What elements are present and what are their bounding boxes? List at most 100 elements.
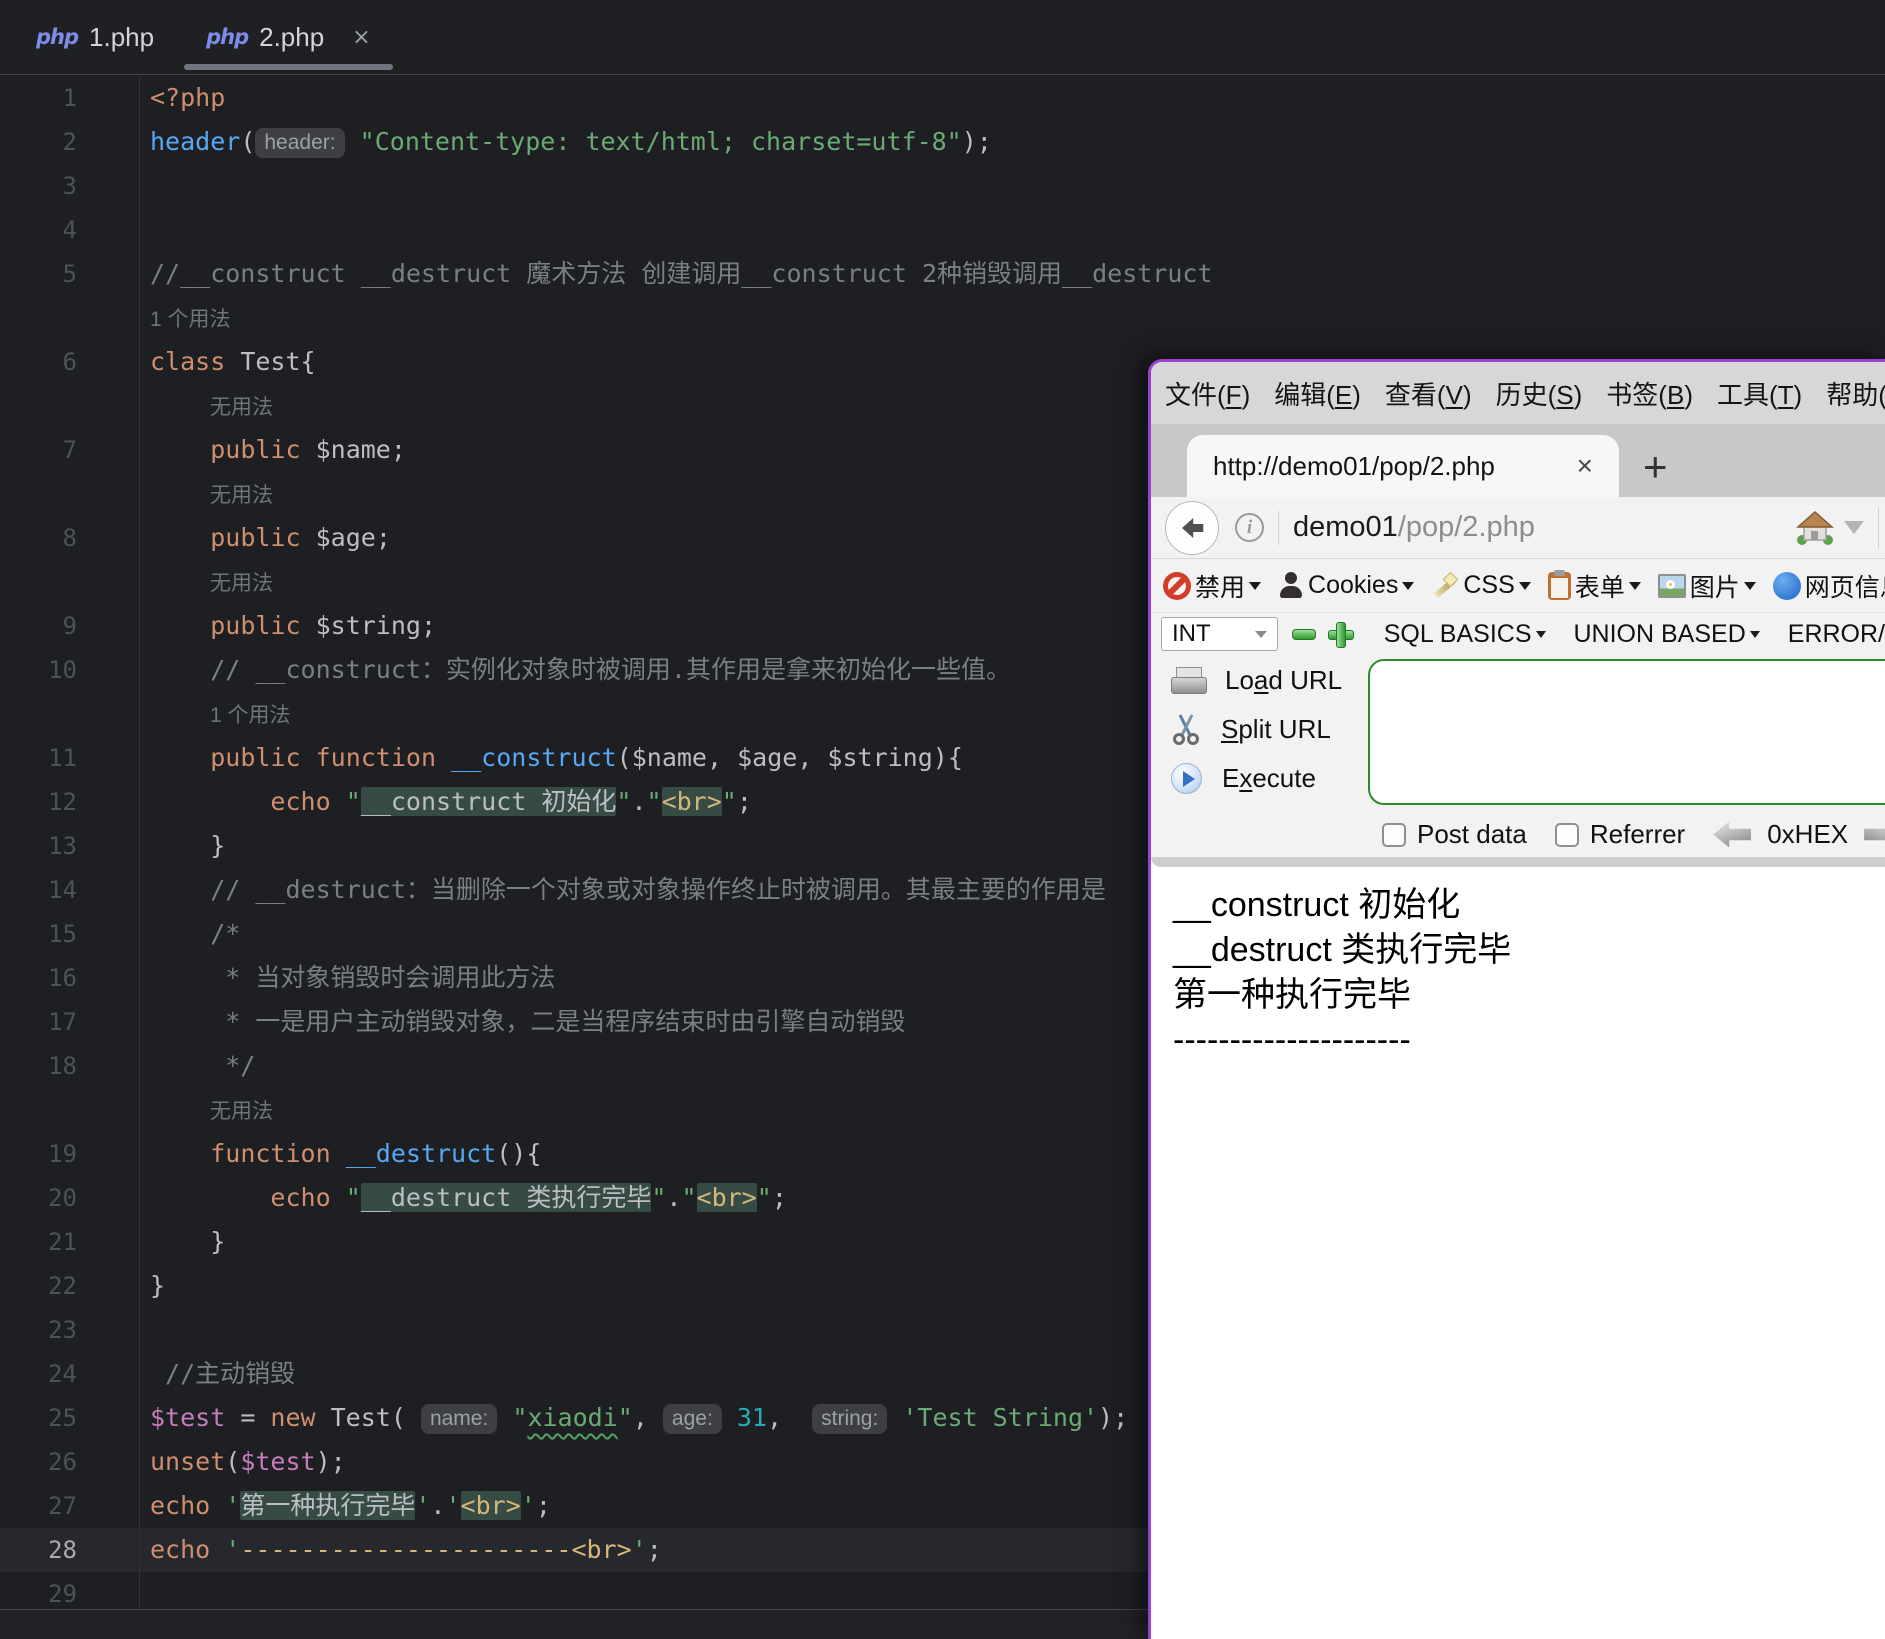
menu-F[interactable]: 文件(F) [1165, 375, 1250, 412]
url-path: /pop/2.php [1397, 511, 1535, 543]
mnemonic: x [1239, 763, 1253, 793]
editor-tab-2.php[interactable]: php 2.php × [180, 0, 397, 74]
devbar-网页信息[interactable]: 网页信息 [1772, 568, 1885, 604]
hex-encode-arrow-icon[interactable] [1864, 821, 1885, 848]
label-pre: Lo [1225, 665, 1254, 695]
hackbar-button-execute[interactable]: Execute [1171, 763, 1316, 794]
code-token: ); [315, 1447, 346, 1476]
home-icon[interactable] [1796, 510, 1834, 546]
code-token: ){ [932, 743, 963, 772]
dropdown-caret-icon [1518, 581, 1531, 590]
hackbar-menu-UNION BASED[interactable]: UNION BASED [1574, 620, 1760, 649]
devbar-图片[interactable]: 图片 [1657, 568, 1756, 604]
code-token: ; [390, 435, 406, 464]
hackbar-select[interactable]: INT [1161, 617, 1278, 651]
menu-text: ) [1573, 379, 1583, 410]
menu-S[interactable]: 历史(S) [1496, 375, 1583, 412]
menu-text: 编辑( [1274, 379, 1335, 410]
devbar-label: CSS [1463, 571, 1515, 599]
code-token: 31 [736, 1403, 767, 1432]
code-token: $age [737, 743, 798, 772]
line-number: 28 [0, 1528, 140, 1572]
code-token: $test [150, 1403, 226, 1432]
hackbar-menus: SQL BASICS UNION BASED ERROR/ [1356, 620, 1885, 649]
output-line: --------------------- [1173, 1021, 1411, 1059]
cookie-icon [1278, 572, 1304, 599]
hackbar-button-split-url[interactable]: Split URL [1171, 713, 1331, 745]
split-icon [1173, 714, 1199, 745]
menu-B[interactable]: 书签(B) [1606, 375, 1693, 412]
devbar-禁用[interactable]: 禁用 [1163, 568, 1262, 604]
tab-close-icon[interactable]: × [352, 25, 370, 50]
exec-icon [1171, 763, 1202, 794]
devbar-label: 禁用 [1195, 573, 1246, 602]
php-file-icon: php [206, 25, 249, 49]
line-number [0, 296, 140, 340]
menu-E[interactable]: 编辑(E) [1274, 375, 1361, 412]
load-icon [1171, 667, 1207, 694]
mnemonic: a [1253, 665, 1269, 695]
devbar-CSS[interactable]: CSS [1431, 571, 1531, 600]
home-dropdown-icon[interactable] [1844, 521, 1864, 534]
devbar-表单[interactable]: 表单 [1547, 568, 1641, 604]
back-button[interactable] [1165, 500, 1219, 555]
menu-mnemonic: V [1445, 379, 1463, 410]
code-token: " [512, 1403, 528, 1432]
menu-text: ) [1684, 379, 1693, 410]
menu-mnemonic: E [1334, 379, 1353, 410]
code-line-3: 3 [0, 164, 1885, 208]
code-token: ' [631, 1535, 647, 1564]
code-token: , [706, 743, 738, 772]
code-line-2: 2 header(header: "Content-type: text/html… [0, 120, 1885, 164]
code-token: * 当对象销毁时会调用此方法 [150, 963, 556, 992]
editor-tab-1.php[interactable]: php 1.php [10, 0, 180, 74]
line-number [0, 1088, 140, 1132]
new-tab-button[interactable]: + [1643, 443, 1668, 491]
address-input[interactable]: demo01/pop/2.php [1293, 511, 1535, 544]
menu-T[interactable]: 工具(T) [1717, 375, 1802, 412]
code-token: ---------------------- [240, 1535, 572, 1564]
post-data-checkbox[interactable] [1382, 822, 1406, 847]
code-token: } [150, 1227, 226, 1256]
code-token: " [616, 787, 632, 816]
inlay-row: 1 个用法 [0, 296, 1885, 340]
menu-text: 查看( [1384, 379, 1446, 410]
ban-icon [1163, 571, 1191, 600]
code-token: public [210, 435, 301, 464]
line-number: 24 [0, 1352, 140, 1396]
hex-decode-arrow-icon[interactable] [1713, 821, 1752, 848]
browser-tab[interactable]: http://demo01/pop/2.php × [1187, 435, 1619, 497]
code-token: , [797, 743, 828, 772]
code-token: } [150, 831, 226, 860]
devbar-Cookies[interactable]: Cookies [1278, 571, 1415, 600]
minus-button[interactable] [1291, 628, 1316, 640]
navbar-right-divider [1878, 507, 1879, 548]
code-token: ; [771, 1183, 787, 1212]
plus-button[interactable] [1327, 622, 1354, 648]
usages-inlay-hint: 无用法 [210, 484, 273, 507]
code-token: $age [315, 523, 376, 552]
hackbar-menu-SQL BASICS[interactable]: SQL BASICS [1384, 620, 1546, 649]
line-number: 26 [0, 1440, 140, 1484]
code-token: ' [415, 1491, 431, 1520]
page-content: __construct 初始化 __destruct 类执行完毕 第一种执行完毕… [1151, 867, 1885, 1063]
tab-close-icon[interactable]: × [1577, 450, 1593, 482]
referrer-checkbox[interactable] [1554, 822, 1579, 847]
line-number: 20 [0, 1176, 140, 1220]
hackbar-button-load-url[interactable]: Load URL [1171, 665, 1342, 696]
code-content: <?php [140, 76, 1885, 120]
image-icon [1657, 573, 1686, 598]
site-info-icon[interactable]: i [1235, 513, 1264, 542]
menu-H[interactable]: 帮助(H) [1826, 375, 1885, 412]
code-token: function [210, 1139, 331, 1168]
menu-V[interactable]: 查看(V) [1385, 375, 1472, 412]
hackbar-input[interactable] [1368, 659, 1885, 805]
dropdown-caret-icon [1628, 581, 1641, 590]
code-token: ; [646, 1535, 662, 1564]
label-post: ecute [1252, 763, 1316, 793]
hackbar-menu-ERROR/[interactable]: ERROR/ [1788, 620, 1885, 649]
